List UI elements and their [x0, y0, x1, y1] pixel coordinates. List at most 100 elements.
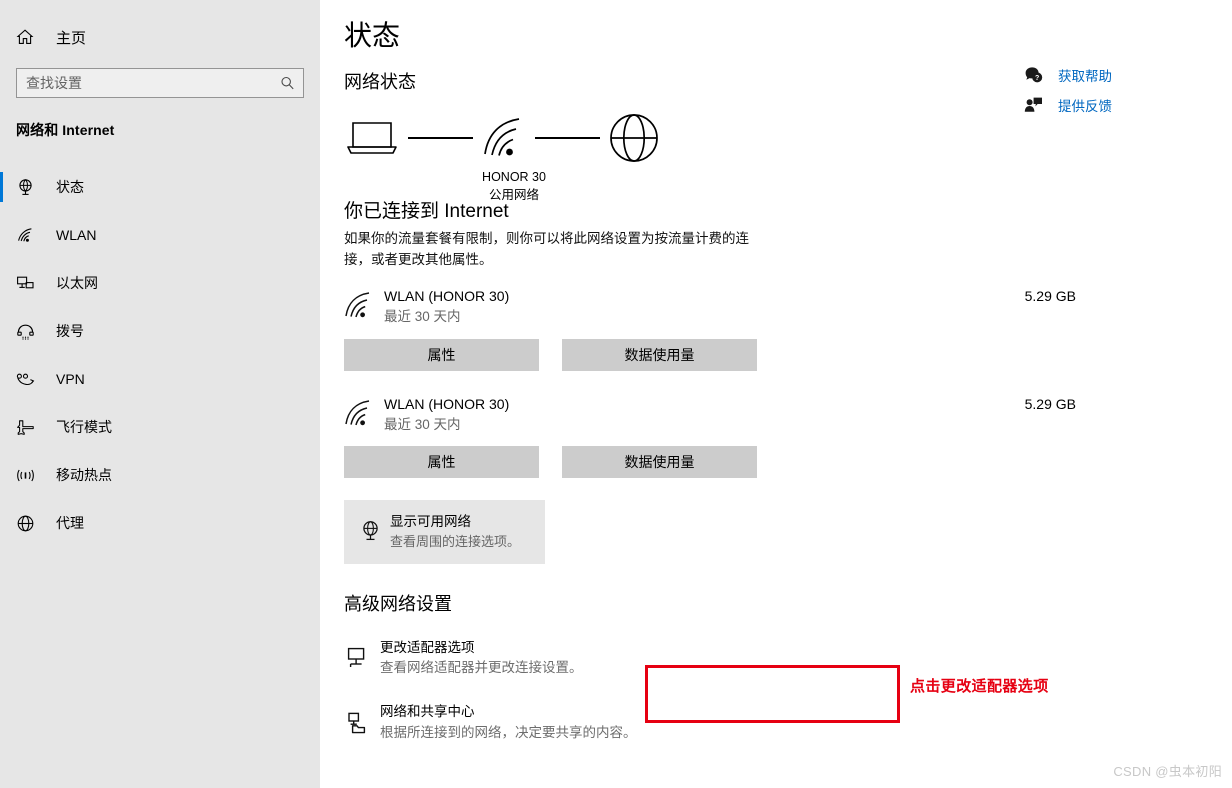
network-sharing-center-title: 网络和共享中心	[380, 704, 475, 720]
sidebar-item-airplane-mode[interactable]: 飞行模式	[0, 403, 320, 451]
active-indicator	[0, 412, 3, 442]
sidebar-item-status-label: 状态	[56, 179, 84, 195]
dialup-icon	[16, 323, 42, 340]
sidebar-item-status[interactable]: 状态	[0, 163, 320, 211]
sidebar-nav: 状态 WLAN 以太网 拨号 VPN 飞行模式 移动热点 代理	[0, 163, 320, 547]
airplane-icon	[16, 419, 42, 436]
watermark: CSDN @虫本初阳	[1113, 764, 1222, 779]
adapter-entry-2: WLAN (HONOR 30) 最近 30 天内 5.29 GB 属性 数据使用…	[320, 371, 1232, 479]
sidebar-item-home-label: 主页	[56, 29, 87, 47]
give-feedback-label: 提供反馈	[1058, 99, 1112, 114]
wifi-icon	[344, 394, 384, 428]
sidebar-item-wlan[interactable]: WLAN	[0, 211, 320, 259]
active-indicator	[0, 364, 3, 394]
search-input[interactable]	[17, 69, 303, 97]
give-feedback-link[interactable]: 提供反馈	[1024, 90, 1214, 120]
globe-monitor-icon	[358, 519, 390, 544]
properties-button[interactable]: 属性	[344, 446, 539, 479]
change-adapter-options-item[interactable]: 更改适配器选项 查看网络适配器并更改连接设置。	[320, 638, 1232, 679]
help-question-icon: ?	[1024, 66, 1050, 84]
adapter-row: WLAN (HONOR 30) 最近 30 天内 5.29 GB	[344, 394, 1076, 436]
tile-text: 显示可用网络 查看周围的连接选项。	[390, 512, 520, 551]
change-adapter-options-subtitle: 查看网络适配器并更改连接设置。	[380, 660, 583, 676]
network-sharing-center-item[interactable]: 网络和共享中心 根据所连接到的网络，决定要共享的内容。	[320, 702, 1232, 743]
tile-title: 显示可用网络	[390, 514, 471, 530]
help-panel: ? 获取帮助 提供反馈	[1024, 60, 1214, 120]
diagram-connector-1	[408, 137, 473, 140]
search-box[interactable]	[16, 68, 304, 98]
adapter-period: 最近 30 天内	[384, 309, 461, 325]
home-icon	[16, 28, 42, 46]
proxy-icon	[16, 514, 42, 533]
wifi-icon	[16, 227, 42, 244]
tile-subtitle: 查看周围的连接选项。	[390, 533, 521, 549]
adapter-entry-1: WLAN (HONOR 30) 最近 30 天内 5.29 GB 属性 数据使用…	[320, 271, 1232, 371]
active-indicator	[0, 172, 3, 202]
page-title: 状态	[344, 20, 401, 51]
sidebar-item-dialup[interactable]: 拨号	[0, 307, 320, 355]
active-indicator	[0, 508, 3, 538]
sidebar-item-mobile-hotspot[interactable]: 移动热点	[0, 451, 320, 499]
sidebar-item-ethernet-label: 以太网	[56, 275, 98, 291]
active-indicator	[0, 268, 3, 298]
active-indicator	[0, 460, 3, 490]
adapter-buttons: 属性 数据使用量	[344, 446, 1232, 479]
sidebar-item-proxy[interactable]: 代理	[0, 499, 320, 547]
sidebar-item-mobile-hotspot-label: 移动热点	[56, 467, 112, 483]
hotspot-icon	[16, 467, 42, 484]
diagram-network-name: HONOR 30	[482, 170, 546, 185]
connection-description: 如果你的流量套餐有限制，则你可以将此网络设置为按流量计费的连接，或者更改其他属性…	[344, 231, 749, 268]
status-icon	[16, 178, 42, 197]
sidebar-item-airplane-mode-label: 飞行模式	[56, 419, 112, 435]
search-container	[0, 54, 320, 98]
adapter-text: WLAN (HONOR 30) 最近 30 天内	[384, 394, 1025, 436]
monitor-icon	[344, 646, 380, 670]
get-help-label: 获取帮助	[1058, 69, 1112, 84]
diagram-network-type: 公用网络	[488, 188, 539, 203]
sidebar-item-vpn-label: VPN	[56, 371, 85, 387]
sidebar-item-wlan-label: WLAN	[56, 227, 97, 243]
vpn-icon	[16, 371, 42, 388]
main-content: 状态 网络状态 HONOR 30 公用网络 你已连接到 Internet 如果你…	[320, 0, 1232, 788]
sidebar-item-dialup-label: 拨号	[56, 323, 84, 339]
properties-button[interactable]: 属性	[344, 338, 539, 371]
adapter-name: WLAN (HONOR 30)	[384, 288, 510, 305]
sidebar-item-proxy-label: 代理	[56, 515, 84, 531]
get-help-link[interactable]: ? 获取帮助	[1024, 60, 1214, 90]
wifi-icon	[344, 286, 384, 320]
network-sharing-center-subtitle: 根据所连接到的网络，决定要共享的内容。	[380, 724, 637, 740]
sidebar-item-vpn[interactable]: VPN	[0, 355, 320, 403]
network-sharing-center-text: 网络和共享中心 根据所连接到的网络，决定要共享的内容。	[380, 702, 637, 743]
adapter-buttons: 属性 数据使用量	[344, 338, 1232, 371]
ethernet-icon	[16, 275, 42, 292]
diagram-network-caption: HONOR 30 公用网络	[444, 168, 584, 204]
change-adapter-options-title: 更改适配器选项	[380, 639, 475, 655]
adapter-text: WLAN (HONOR 30) 最近 30 天内	[384, 286, 1025, 328]
sidebar: 主页 网络和 Internet	[0, 0, 320, 788]
active-indicator	[0, 220, 3, 250]
annotation-note: 点击更改适配器选项	[910, 678, 1049, 695]
globe-icon	[608, 112, 660, 164]
share-folder-icon	[344, 711, 380, 735]
adapter-row: WLAN (HONOR 30) 最近 30 天内 5.29 GB	[344, 286, 1076, 328]
adapter-period: 最近 30 天内	[384, 416, 461, 432]
laptop-icon	[344, 118, 400, 158]
data-usage-button[interactable]: 数据使用量	[562, 338, 757, 371]
adapter-name: WLAN (HONOR 30)	[384, 395, 510, 412]
show-available-networks-tile[interactable]: 显示可用网络 查看周围的连接选项。	[344, 500, 545, 564]
wifi-icon	[481, 117, 527, 159]
feedback-person-icon	[1024, 96, 1050, 114]
change-adapter-options-text: 更改适配器选项 查看网络适配器并更改连接设置。	[380, 638, 583, 679]
sidebar-category-title: 网络和 Internet	[16, 122, 115, 138]
data-usage-button[interactable]: 数据使用量	[562, 446, 757, 479]
active-indicator	[0, 316, 3, 346]
sidebar-item-home[interactable]: 主页	[0, 20, 320, 54]
svg-text:?: ?	[1035, 75, 1039, 82]
advanced-settings-heading: 高级网络设置	[344, 593, 452, 614]
adapter-usage: 5.29 GB	[1024, 288, 1076, 305]
adapter-usage: 5.29 GB	[1024, 395, 1076, 412]
settings-window: 主页 网络和 Internet	[0, 0, 1232, 788]
diagram-connector-2	[535, 137, 600, 140]
sidebar-item-ethernet[interactable]: 以太网	[0, 259, 320, 307]
search-icon[interactable]	[280, 76, 295, 91]
